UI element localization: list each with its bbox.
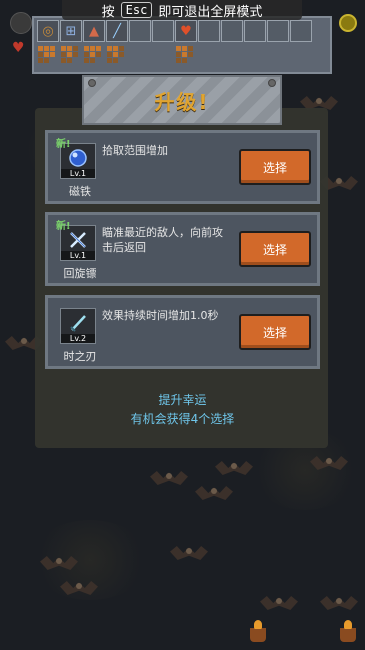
coin-icon (339, 14, 357, 32)
luck-title: 提升幸运 (158, 393, 207, 407)
time-blade-item-box: Lv.2 (60, 308, 96, 344)
heart-icon: ♥ (12, 40, 25, 56)
banner-prefix: 按 (101, 4, 115, 20)
fullscreen-exit-banner: 按 Esc 即可退出全屏模式 (62, 0, 302, 20)
empty-slot (221, 20, 243, 42)
upgrade-option-time-blade[interactable]: Lv.2 时之刃 效果持续时间增加1.0秒 选择 (45, 295, 320, 369)
rivet-icon (88, 79, 96, 87)
bat-enemy (310, 450, 348, 476)
empty-slot (129, 20, 151, 42)
item-level: Lv.1 (61, 169, 95, 178)
clock-icon (10, 12, 32, 34)
empty-slot (267, 20, 289, 42)
item-level: Lv.1 (61, 251, 95, 260)
select-button[interactable]: 选择 (239, 231, 311, 267)
item-name: 磁铁 (69, 185, 91, 198)
bat-enemy (60, 575, 98, 601)
sword-icon: ╱ (106, 20, 128, 42)
rivet-icon (268, 79, 276, 87)
bat-enemy (320, 590, 358, 616)
weapon-slots: ◎ ⊞ ▲ ╱ ♥ (37, 20, 312, 42)
new-badge: 新! (56, 221, 71, 232)
item-level: Lv.2 (61, 334, 95, 343)
item-name: 回旋镖 (63, 267, 97, 280)
level-pips (37, 45, 197, 65)
empty-slot (198, 20, 220, 42)
select-button[interactable]: 选择 (239, 149, 311, 185)
time-blade-icon (70, 315, 86, 332)
brazier-icon (250, 620, 266, 642)
level-pips-empty (129, 45, 151, 65)
upgrade-option-magnet[interactable]: Lv.1 新! 磁铁 拾取范围增加 选择 (45, 130, 320, 204)
potion-icon: ▲ (83, 20, 105, 42)
empty-slot (244, 20, 266, 42)
empty-slot (152, 20, 174, 42)
item-description: 拾取范围增加 (102, 144, 168, 157)
item-description: 瞄准最近的敌人，向前攻击后返回 (102, 226, 223, 254)
new-badge: 新! (56, 139, 71, 150)
shield-icon: ⊞ (60, 20, 82, 42)
bat-enemy (215, 455, 253, 481)
cross-blades-icon (70, 232, 86, 248)
level-pips-heart (175, 45, 197, 65)
inventory-bar: ◎ ⊞ ▲ ╱ ♥ (32, 16, 332, 74)
bat-enemy (150, 465, 188, 491)
heart-item-icon: ♥ (175, 20, 197, 42)
blue-orb-icon (69, 149, 87, 167)
level-pips-empty (152, 45, 174, 65)
select-button[interactable]: 选择 (239, 314, 311, 350)
brazier-icon (340, 620, 356, 642)
whip-icon: ◎ (37, 20, 59, 42)
levelup-title: 升级! (154, 89, 210, 114)
empty-slot (290, 20, 312, 42)
bat-enemy (170, 540, 208, 566)
upgrade-option-boomerang[interactable]: Lv.1 新! 回旋镖 瞄准最近的敌人，向前攻击后返回 选择 (45, 212, 320, 286)
banner-suffix: 即可退出全屏模式 (158, 4, 263, 20)
level-pips-shield (60, 45, 82, 65)
esc-key-label: Esc (120, 2, 153, 18)
level-pips-whip (37, 45, 59, 65)
bat-enemy (40, 550, 78, 576)
level-pips-sword (106, 45, 128, 65)
level-pips-potion (83, 45, 105, 65)
levelup-title-plate: 升级! (82, 75, 282, 125)
bat-enemy (260, 590, 298, 616)
bat-enemy (195, 480, 233, 506)
item-description: 效果持续时间增加1.0秒 (102, 309, 219, 322)
item-name: 时之刃 (63, 350, 97, 363)
luck-description: 有机会获得4个选择 (130, 412, 235, 426)
